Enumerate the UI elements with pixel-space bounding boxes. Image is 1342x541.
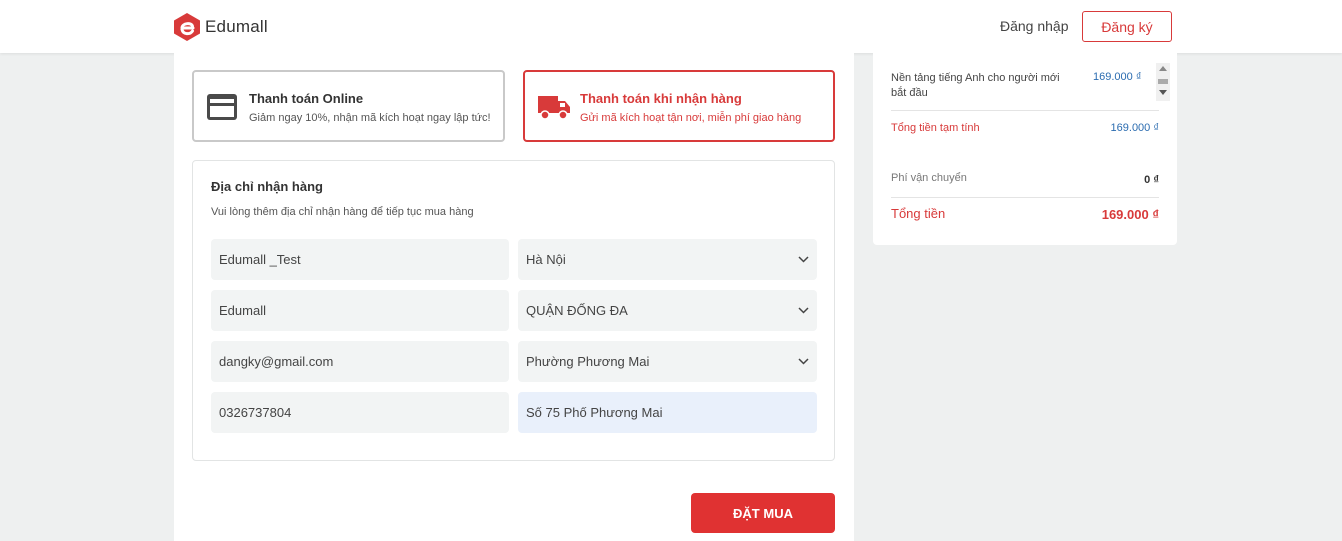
address-title: Địa chỉ nhận hàng: [211, 179, 323, 194]
shipping-value: 0 ₫: [1144, 174, 1159, 186]
signup-button[interactable]: Đăng ký: [1082, 11, 1172, 42]
scroll-down-arrow-icon[interactable]: [1159, 90, 1167, 95]
scroll-thumb[interactable]: [1158, 79, 1168, 84]
checkout-panel: Thanh toán Online Giảm ngay 10%, nhận mã…: [174, 53, 854, 541]
edumall-logo[interactable]: Edumall: [173, 12, 268, 42]
summary-scrollbar[interactable]: [1156, 63, 1170, 101]
payment-option-online[interactable]: Thanh toán Online Giảm ngay 10%, nhận mã…: [192, 70, 505, 142]
fullname-input[interactable]: Edumall _Test: [211, 239, 509, 280]
chevron-down-icon: [798, 256, 809, 263]
payment-cod-subtitle: Gửi mã kích hoạt tận nơi, miễn phí giao …: [580, 112, 802, 124]
total-value: 169.000 ₫: [1101, 207, 1159, 222]
payment-online-title: Thanh toán Online: [249, 91, 364, 106]
logo-text: Edumall: [205, 17, 268, 36]
course-price: 169.000 ₫: [1093, 71, 1142, 83]
email-input[interactable]: dangky@gmail.com: [211, 341, 509, 382]
district-select[interactable]: QUẬN ĐỐNG ĐA: [518, 290, 817, 331]
payment-option-cod[interactable]: Thanh toán khi nhận hàng Gửi mã kích hoạ…: [523, 70, 835, 142]
chevron-down-icon: [798, 307, 809, 314]
credit-card-icon: [207, 94, 237, 120]
payment-cod-title: Thanh toán khi nhận hàng: [580, 91, 742, 106]
city-select-value: Hà Nội: [526, 252, 566, 267]
shipping-address-form: Địa chỉ nhận hàng Vui lòng thêm địa chỉ …: [192, 160, 835, 461]
scroll-up-arrow-icon[interactable]: [1159, 66, 1167, 71]
edumall-logo-icon: [174, 13, 200, 41]
payment-online-subtitle: Giảm ngay 10%, nhận mã kích hoạt ngay lậ…: [249, 112, 491, 124]
shipping-label: Phí vận chuyển: [891, 172, 967, 184]
ward-select-value: Phường Phương Mai: [526, 354, 650, 369]
street-address-input[interactable]: Số 75 Phố Phương Mai: [518, 392, 817, 433]
subtotal-label: Tổng tiền tạm tính: [891, 122, 980, 134]
top-header: Edumall Đăng nhập Đăng ký: [0, 0, 1342, 53]
ward-select[interactable]: Phường Phương Mai: [518, 341, 817, 382]
subtotal-value: 169.000 ₫: [1110, 122, 1159, 134]
chevron-down-icon: [798, 358, 809, 365]
total-label: Tổng tiền: [891, 206, 946, 221]
city-select[interactable]: Hà Nội: [518, 239, 817, 280]
course-name: Nền tảng tiếng Anh cho người mới bắt đầu: [891, 72, 1060, 99]
place-order-button[interactable]: ĐẶT MUA: [691, 493, 835, 533]
company-input[interactable]: Edumall: [211, 290, 509, 331]
phone-input[interactable]: 0326737804: [211, 392, 509, 433]
truck-icon: [538, 96, 570, 120]
district-select-value: QUẬN ĐỐNG ĐA: [526, 303, 628, 318]
divider: [891, 110, 1159, 111]
address-note: Vui lòng thêm địa chỉ nhận hàng để tiếp …: [211, 206, 474, 218]
order-summary: Nền tảng tiếng Anh cho người mới bắt đầu…: [873, 53, 1177, 245]
divider: [891, 197, 1159, 198]
login-link[interactable]: Đăng nhập: [1000, 18, 1069, 34]
